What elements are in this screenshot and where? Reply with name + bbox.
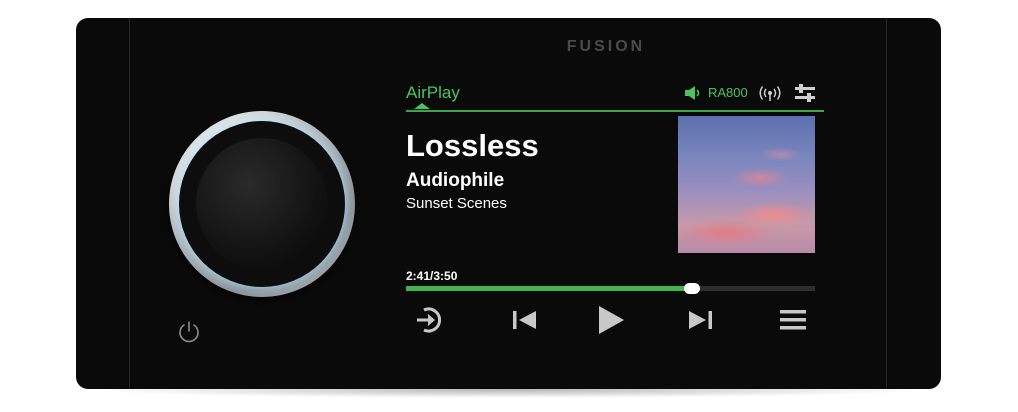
next-icon <box>689 311 712 329</box>
left-seam <box>129 18 130 389</box>
play-button[interactable] <box>593 302 629 338</box>
zone-name: RA800 <box>708 85 748 100</box>
status-bar: AirPlay RA800 <box>406 76 824 112</box>
menu-button[interactable] <box>775 302 811 338</box>
track-time: 2:41/3:50 <box>406 269 458 283</box>
display-screen: AirPlay RA800 Lossless Audiophile Sunset… <box>396 76 824 334</box>
progress-handle[interactable] <box>684 283 701 294</box>
next-button[interactable] <box>682 302 718 338</box>
power-icon[interactable] <box>176 319 202 345</box>
signal-icon[interactable] <box>758 84 782 102</box>
zone-indicator[interactable]: RA800 <box>684 85 748 100</box>
brand-logo: FUSION <box>566 38 646 55</box>
stage: FUSION AirPlay RA800 Lossless Audiophile… <box>0 0 1018 412</box>
previous-icon <box>513 311 536 329</box>
play-icon <box>599 306 624 334</box>
source-indicator <box>414 103 430 109</box>
previous-button[interactable] <box>507 302 543 338</box>
progress-fill <box>406 286 693 291</box>
knob-face <box>196 138 328 270</box>
stereo-unit: FUSION AirPlay RA800 Lossless Audiophile… <box>76 18 941 389</box>
volume-knob[interactable] <box>169 111 355 297</box>
album-art <box>678 116 815 253</box>
progress-bar[interactable] <box>406 283 815 294</box>
source-button[interactable] <box>411 302 447 338</box>
artist-name: Audiophile <box>406 170 505 191</box>
menu-icon <box>780 310 806 330</box>
right-seam <box>886 18 887 389</box>
settings-icon[interactable] <box>794 83 816 103</box>
album-name: Sunset Scenes <box>406 195 507 212</box>
track-title: Lossless <box>406 128 539 163</box>
source-icon <box>417 307 442 333</box>
source-label[interactable]: AirPlay <box>406 83 460 103</box>
speaker-icon <box>685 85 700 100</box>
knob-glow-ring <box>179 121 345 287</box>
